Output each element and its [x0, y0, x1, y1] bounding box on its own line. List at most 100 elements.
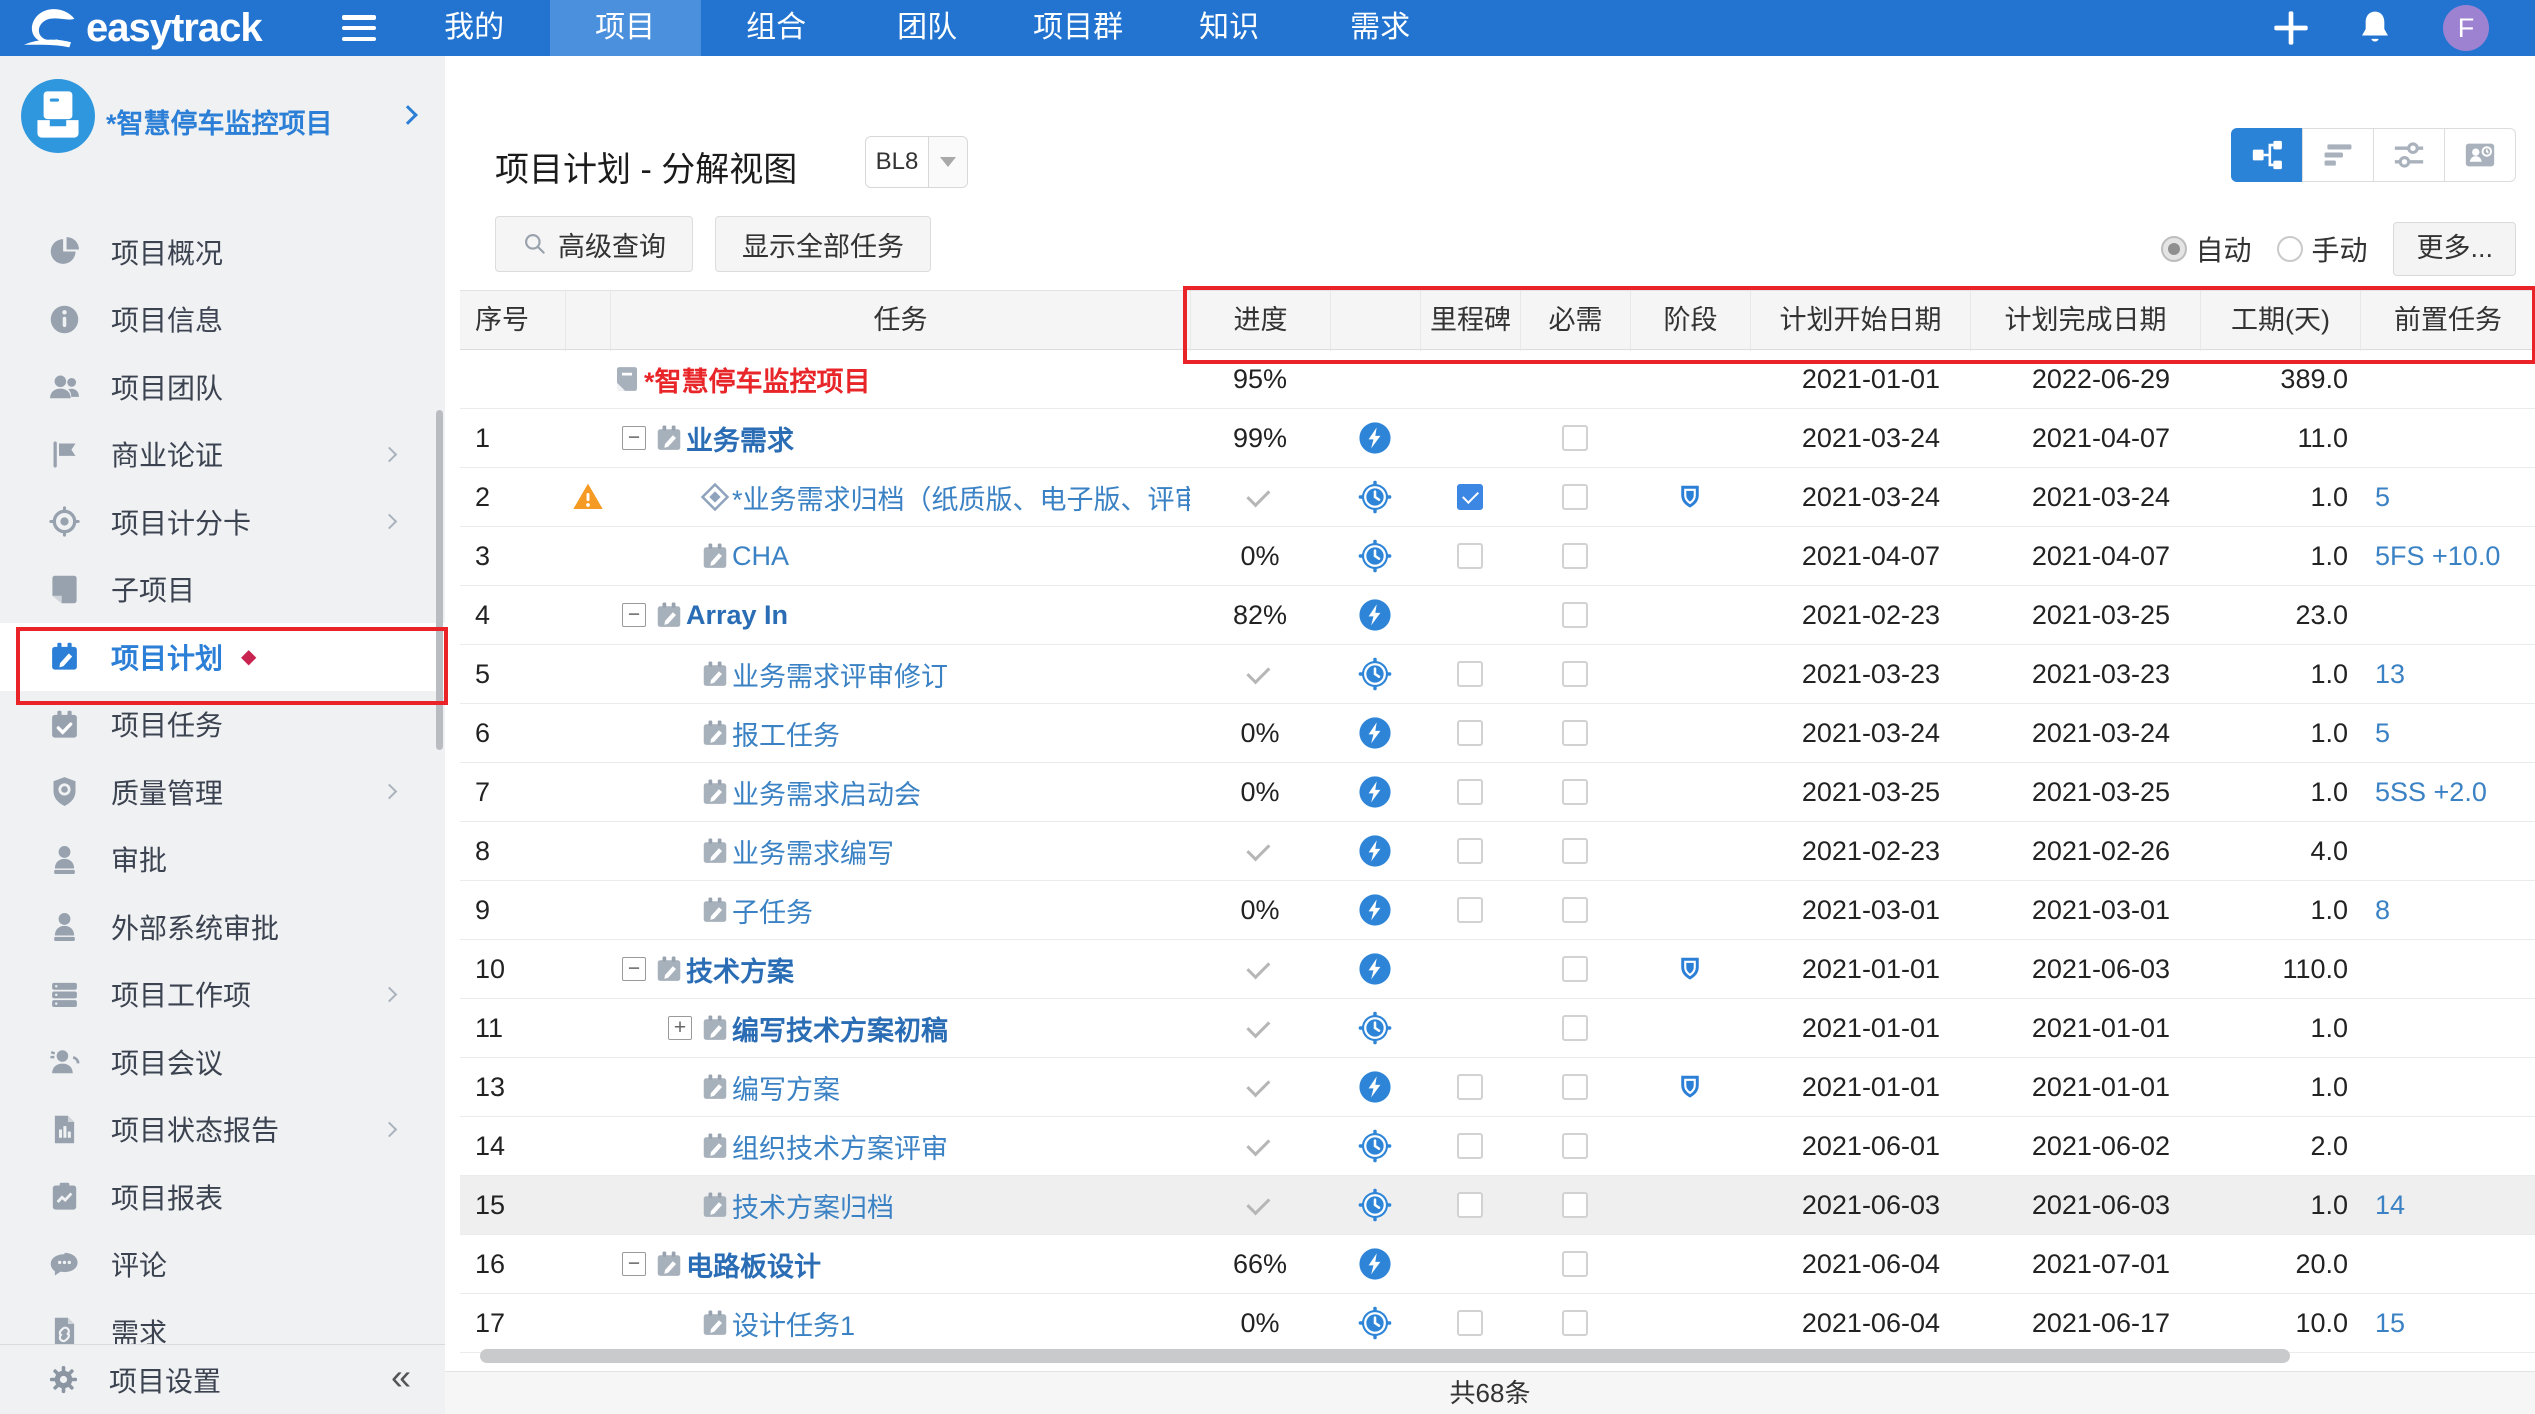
sidebar-item-5[interactable]: 项目计分卡 [0, 488, 445, 556]
tab-2[interactable]: 项目 [550, 0, 701, 56]
task-name-link[interactable]: 技术方案归档 [732, 1186, 894, 1225]
table-row[interactable]: *智慧停车监控项目95%2021-01-012022-06-29389.0 [460, 350, 2535, 409]
milestone-checkbox[interactable] [1457, 1192, 1483, 1218]
view-button-3[interactable] [2373, 128, 2445, 182]
manual-radio-label[interactable]: 手动 [2311, 229, 2367, 269]
task-name-link[interactable]: *业务需求归档（纸质版、电子版、评审会议 [732, 478, 1190, 517]
horizontal-scrollbar-thumb[interactable] [480, 1349, 2290, 1363]
table-row[interactable]: 1−业务需求99%2021-03-242021-04-0711.0 [460, 409, 2535, 468]
predecessor-link[interactable]: 15 [2375, 1308, 2405, 1339]
task-name-link[interactable]: 业务需求 [686, 419, 794, 458]
collapse-node-icon[interactable]: − [622, 1252, 646, 1276]
table-row[interactable]: 8业务需求编写2021-02-232021-02-264.0 [460, 822, 2535, 881]
table-row[interactable]: 4−Array In82%2021-02-232021-03-2523.0 [460, 586, 2535, 645]
collapse-node-icon[interactable]: − [622, 957, 646, 981]
sidebar-item-2[interactable]: 项目信息 [0, 286, 445, 354]
predecessor-link[interactable]: 5 [2375, 482, 2390, 513]
sidebar-item-6[interactable]: 子项目 [0, 556, 445, 624]
column-header-3[interactable]: 任务 [610, 291, 1190, 351]
task-name-link[interactable]: 编写方案 [732, 1068, 840, 1107]
milestone-checkbox[interactable] [1457, 1074, 1483, 1100]
predecessor-link[interactable]: 13 [2375, 659, 2405, 690]
manual-radio[interactable] [2277, 236, 2303, 262]
auto-radio[interactable] [2161, 236, 2187, 262]
predecessor-link[interactable]: 5 [2375, 718, 2390, 749]
sidebar-item-8[interactable]: 项目任务 [0, 691, 445, 759]
table-row[interactable]: 14组织技术方案评审2021-06-012021-06-022.0 [460, 1117, 2535, 1176]
task-name-link[interactable]: 业务需求启动会 [732, 773, 921, 812]
predecessor-link[interactable]: 5FS +10.0 [2375, 541, 2500, 572]
add-icon[interactable] [2271, 8, 2311, 48]
predecessor-link[interactable]: 14 [2375, 1190, 2405, 1221]
column-header-2[interactable] [565, 291, 610, 351]
column-header-1[interactable]: 序号 [460, 291, 565, 351]
required-checkbox[interactable] [1562, 838, 1588, 864]
notification-bell-icon[interactable] [2355, 8, 2395, 48]
column-header-10[interactable]: 计划完成日期 [1970, 291, 2200, 351]
sidebar-item-settings[interactable]: 项目设置 « [0, 1344, 445, 1414]
column-header-12[interactable]: 前置任务 [2360, 291, 2535, 351]
view-button-1[interactable] [2231, 128, 2303, 182]
required-checkbox[interactable] [1562, 1074, 1588, 1100]
menu-hamburger-icon[interactable] [342, 15, 376, 41]
collapse-sidebar-icon[interactable]: « [391, 1359, 411, 1395]
required-checkbox[interactable] [1562, 956, 1588, 982]
sidebar-item-15[interactable]: 项目报表 [0, 1163, 445, 1231]
table-row[interactable]: 10−技术方案2021-01-012021-06-03110.0 [460, 940, 2535, 999]
required-checkbox[interactable] [1562, 1310, 1588, 1336]
required-checkbox[interactable] [1562, 720, 1588, 746]
table-row[interactable]: 16−电路板设计66%2021-06-042021-07-0120.0 [460, 1235, 2535, 1294]
required-checkbox[interactable] [1562, 425, 1588, 451]
view-button-2[interactable] [2302, 128, 2374, 182]
chevron-right-icon[interactable] [398, 105, 418, 125]
milestone-checkbox[interactable] [1457, 779, 1483, 805]
user-avatar[interactable]: F [2443, 5, 2489, 51]
column-header-11[interactable]: 工期(天) [2200, 291, 2360, 351]
table-row[interactable]: 5业务需求评审修订2021-03-232021-03-231.013 [460, 645, 2535, 704]
milestone-checkbox[interactable] [1457, 661, 1483, 687]
sidebar-item-1[interactable]: 项目概况 [0, 218, 445, 286]
milestone-checkbox[interactable] [1457, 1310, 1483, 1336]
required-checkbox[interactable] [1562, 1251, 1588, 1277]
required-checkbox[interactable] [1562, 779, 1588, 805]
required-checkbox[interactable] [1562, 661, 1588, 687]
milestone-checkbox[interactable] [1457, 838, 1483, 864]
baseline-select[interactable]: BL8 [865, 136, 968, 188]
sidebar-item-13[interactable]: 项目会议 [0, 1028, 445, 1096]
task-name-link[interactable]: 业务需求评审修订 [732, 655, 948, 694]
task-name-link[interactable]: 报工任务 [732, 714, 840, 753]
column-header-4[interactable]: 进度 [1190, 291, 1330, 351]
required-checkbox[interactable] [1562, 1133, 1588, 1159]
required-checkbox[interactable] [1562, 1192, 1588, 1218]
required-checkbox[interactable] [1562, 1015, 1588, 1041]
show-all-tasks-button[interactable]: 显示全部任务 [715, 216, 931, 272]
table-row[interactable]: 15技术方案归档2021-06-032021-06-031.014 [460, 1176, 2535, 1235]
task-name-link[interactable]: 组织技术方案评审 [732, 1127, 948, 1166]
column-header-7[interactable]: 必需 [1520, 291, 1630, 351]
sidebar-item-11[interactable]: 外部系统审批 [0, 893, 445, 961]
table-row[interactable]: 2*业务需求归档（纸质版、电子版、评审会议2021-03-242021-03-2… [460, 468, 2535, 527]
sidebar-scrollbar[interactable] [436, 410, 443, 750]
advanced-query-button[interactable]: 高级查询 [495, 216, 693, 272]
tab-3[interactable]: 组合 [701, 0, 852, 56]
more-button[interactable]: 更多... [2393, 222, 2516, 276]
milestone-checkbox[interactable] [1457, 897, 1483, 923]
sidebar-item-17[interactable]: 需求 [0, 1298, 445, 1344]
auto-radio-label[interactable]: 自动 [2195, 229, 2251, 269]
sidebar-item-3[interactable]: 项目团队 [0, 353, 445, 421]
required-checkbox[interactable] [1562, 897, 1588, 923]
table-row[interactable]: 17设计任务10%2021-06-042021-06-1710.015 [460, 1294, 2535, 1353]
task-name-link[interactable]: CHA [732, 541, 789, 572]
sidebar-item-12[interactable]: 项目工作项 [0, 961, 445, 1029]
sidebar-item-7[interactable]: 项目计划◆ [0, 623, 445, 691]
column-header-6[interactable]: 里程碑 [1420, 291, 1520, 351]
sidebar-item-4[interactable]: 商业论证 [0, 421, 445, 489]
required-checkbox[interactable] [1562, 543, 1588, 569]
column-header-8[interactable]: 阶段 [1630, 291, 1750, 351]
table-row[interactable]: 13编写方案2021-01-012021-01-011.0 [460, 1058, 2535, 1117]
collapse-node-icon[interactable]: − [622, 603, 646, 627]
tab-7[interactable]: 需求 [1305, 0, 1456, 56]
tab-6[interactable]: 知识 [1154, 0, 1305, 56]
milestone-checkbox[interactable] [1457, 720, 1483, 746]
table-row[interactable]: 11+编写技术方案初稿2021-01-012021-01-011.0 [460, 999, 2535, 1058]
